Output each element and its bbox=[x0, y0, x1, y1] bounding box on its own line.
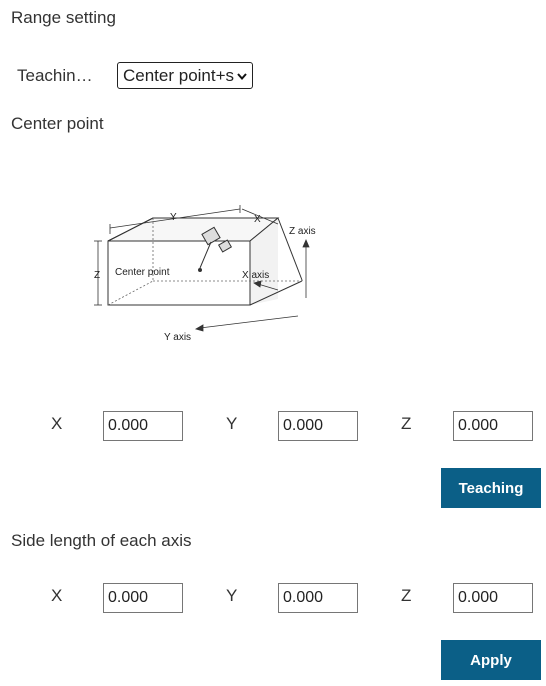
center-z-label: Z bbox=[401, 414, 412, 433]
teaching-mode-label: Teachin… bbox=[17, 66, 93, 85]
section-title: Range setting bbox=[11, 8, 116, 27]
apply-button[interactable]: Apply bbox=[441, 640, 541, 680]
range-diagram: Y X Z Z axis X axis Y axis Center point bbox=[94, 205, 316, 343]
diagram-z-axis-label: Z axis bbox=[289, 226, 316, 237]
center-x-input[interactable] bbox=[103, 411, 183, 441]
side-y-label: Y bbox=[226, 586, 238, 605]
teaching-button[interactable]: Teaching bbox=[441, 468, 541, 508]
center-z-input[interactable] bbox=[453, 411, 533, 441]
diagram-center-point-label: Center point bbox=[115, 267, 170, 278]
center-point-heading: Center point bbox=[11, 114, 104, 133]
diagram-y-axis-label: Y axis bbox=[164, 332, 191, 343]
side-length-heading: Side length of each axis bbox=[11, 531, 192, 550]
diagram-x-axis-label: X axis bbox=[242, 270, 269, 281]
center-y-label: Y bbox=[226, 414, 238, 433]
center-x-label: X bbox=[51, 414, 63, 433]
diagram-x-dim-label: X bbox=[254, 214, 261, 225]
center-y-input[interactable] bbox=[278, 411, 358, 441]
diagram-z-dim-label: Z bbox=[94, 270, 100, 281]
teaching-mode-select[interactable]: Center point+s bbox=[117, 62, 253, 89]
diagram-y-dim-label: Y bbox=[170, 212, 177, 223]
side-y-input[interactable] bbox=[278, 583, 358, 613]
side-x-input[interactable] bbox=[103, 583, 183, 613]
side-z-input[interactable] bbox=[453, 583, 533, 613]
teaching-mode-selected-value: Center point+s bbox=[123, 65, 235, 85]
chevron-down-icon bbox=[237, 73, 247, 81]
side-z-label: Z bbox=[401, 586, 412, 605]
side-x-label: X bbox=[51, 586, 63, 605]
